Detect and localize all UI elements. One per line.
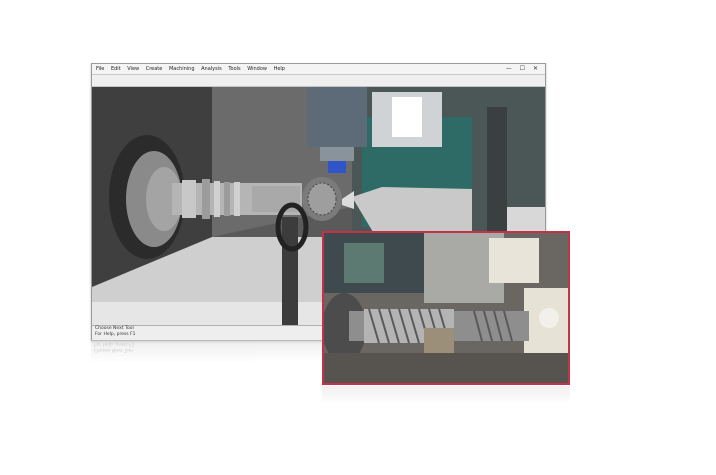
cutting-tool xyxy=(328,161,346,173)
photo-tailstock-quill xyxy=(539,308,559,328)
photo-scene xyxy=(324,233,568,383)
spindle-nose xyxy=(320,147,354,161)
steady-rest-post xyxy=(282,217,298,327)
photo-reflection xyxy=(322,386,570,404)
menu-items: File Edit View Create Machining Analysis… xyxy=(96,65,290,73)
milling-head xyxy=(307,87,367,147)
menu-bar: File Edit View Create Machining Analysis… xyxy=(92,64,545,75)
menu-window[interactable]: Window xyxy=(247,66,267,72)
workpiece-collar-1 xyxy=(182,180,196,218)
workpiece-groove-4 xyxy=(234,182,240,216)
photo-spindle-housing xyxy=(489,238,539,283)
menu-edit[interactable]: Edit xyxy=(111,66,121,72)
gear-teeth xyxy=(307,182,337,216)
menu-machining[interactable]: Machining xyxy=(169,66,195,72)
workpiece-groove-1 xyxy=(202,179,210,219)
machining-photo xyxy=(322,231,570,385)
menu-file[interactable]: File xyxy=(96,66,104,72)
photo-green-panel xyxy=(344,243,384,283)
menu-view[interactable]: View xyxy=(127,66,139,72)
workpiece-groove-2 xyxy=(214,181,220,217)
menu-help[interactable]: Help xyxy=(274,66,285,72)
menu-tools[interactable]: Tools xyxy=(228,66,240,72)
workpiece-step xyxy=(252,186,300,212)
menu-analysis[interactable]: Analysis xyxy=(201,66,222,72)
window-reflection: For Help, press F1 Choose Next Tool xyxy=(91,340,322,362)
photo-bed xyxy=(324,353,568,383)
menu-create[interactable]: Create xyxy=(146,66,163,72)
magazine-window xyxy=(392,97,422,137)
secondary-toolbar xyxy=(92,76,545,93)
reflection-line-1: Choose Next Tool xyxy=(94,347,133,352)
workpiece-groove-3 xyxy=(224,182,230,216)
window-controls[interactable]: — ☐ ✕ xyxy=(506,65,541,73)
